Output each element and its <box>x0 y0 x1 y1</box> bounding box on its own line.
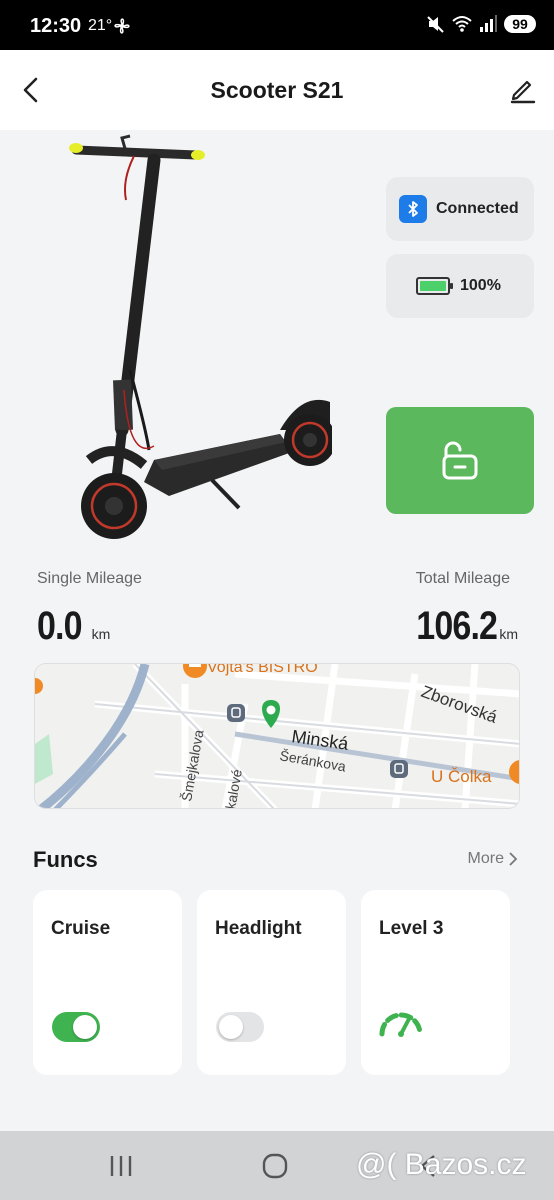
status-temperature: 21° <box>88 17 113 34</box>
func-card-level[interactable]: Level 3 <box>361 890 510 1075</box>
status-time: 12:30 <box>30 15 82 37</box>
status-icons: 99 <box>426 14 536 34</box>
battery-level-fill <box>420 281 446 291</box>
more-link[interactable]: More <box>468 850 518 868</box>
chevron-right-icon <box>509 852 518 866</box>
total-mileage: 106.2 km <box>402 604 518 649</box>
func-label: Headlight <box>215 918 302 939</box>
toggle-knob <box>219 1015 243 1039</box>
edit-icon[interactable] <box>508 74 538 104</box>
func-card-headlight[interactable]: Headlight <box>197 890 346 1075</box>
battery-icon <box>416 277 453 295</box>
app-header: Scooter S21 <box>0 50 554 130</box>
unlock-icon <box>442 441 478 479</box>
page-title: Scooter S21 <box>210 77 344 103</box>
single-mileage-label: Single Mileage <box>37 570 142 587</box>
total-mileage-unit: km <box>499 626 518 642</box>
signal-icon <box>480 15 497 32</box>
func-label: Level 3 <box>379 918 444 939</box>
unlock-button[interactable] <box>386 407 534 514</box>
battery-label: 100% <box>460 277 501 294</box>
total-mileage-value: 106.2 <box>416 604 498 648</box>
recent-apps-icon[interactable] <box>108 1153 134 1179</box>
bluetooth-icon <box>399 195 427 223</box>
func-card-cruise[interactable]: Cruise <box>33 890 182 1075</box>
single-mileage-value: 0.0 <box>37 604 83 648</box>
location-map[interactable]: Vojta's BISTRO Zborovská Minská Šmejkalo… <box>34 663 520 809</box>
status-battery: 99 <box>504 15 536 33</box>
more-label: More <box>467 850 504 867</box>
map-label-u-colka: U Čolka <box>431 767 492 786</box>
status-bar: 12:30 21° 99 <box>0 0 554 50</box>
single-mileage-unit: km <box>91 626 111 642</box>
toggle-knob <box>73 1015 97 1039</box>
wifi-icon <box>452 16 472 32</box>
connection-label: Connected <box>436 200 519 217</box>
total-mileage-label: Total Mileage <box>415 570 510 587</box>
home-icon[interactable] <box>262 1153 288 1179</box>
funcs-title: Funcs <box>33 847 98 872</box>
connection-status: Connected <box>386 177 534 241</box>
speedometer-icon <box>379 1012 423 1037</box>
cruise-toggle[interactable] <box>52 1012 100 1042</box>
func-label: Cruise <box>51 918 111 939</box>
fan-icon <box>114 18 130 34</box>
scooter-image <box>34 130 332 542</box>
headlight-toggle[interactable] <box>216 1012 264 1042</box>
mute-icon <box>427 16 444 33</box>
battery-status: 100% <box>386 254 534 318</box>
map-label-bistro: Vojta's BISTRO <box>207 664 318 676</box>
watermark: @( Bazos.cz <box>356 1148 527 1181</box>
single-mileage: 0.0 km <box>37 604 110 649</box>
